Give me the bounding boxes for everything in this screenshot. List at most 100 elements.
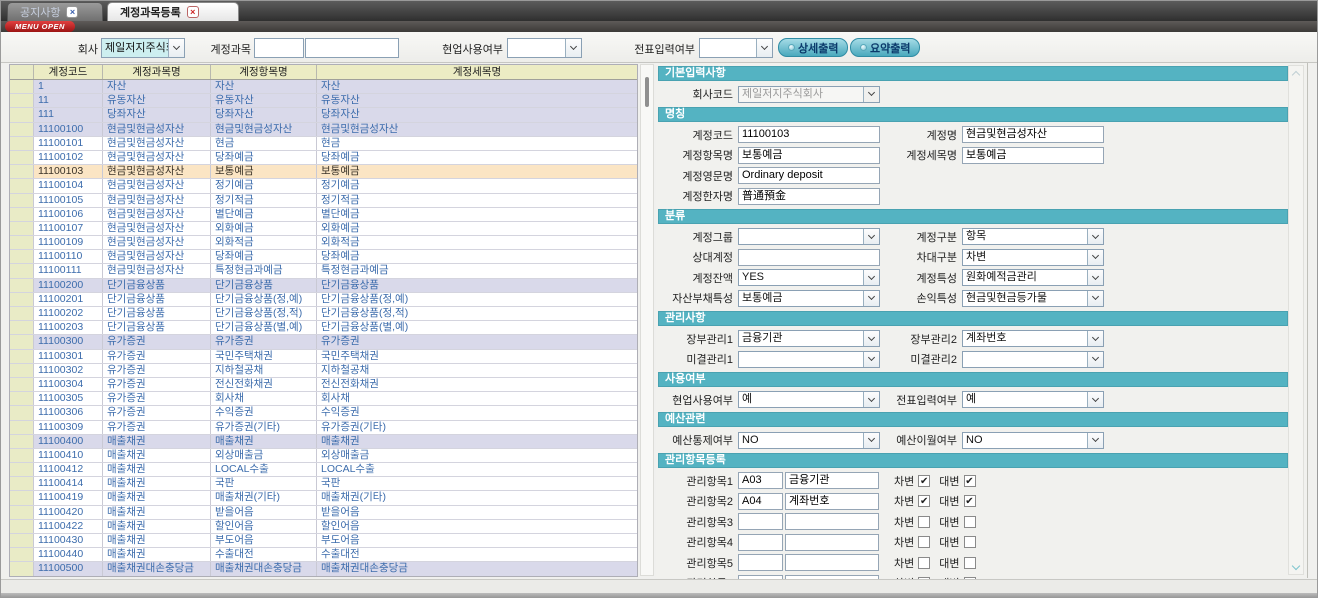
- row-selector-cell[interactable]: [10, 151, 34, 164]
- table-row[interactable]: 11100202단기금융상품단기금융상품(정,적)단기금융상품(정,적): [10, 307, 637, 321]
- row-selector-cell[interactable]: [10, 435, 34, 448]
- row-selector-cell[interactable]: [10, 335, 34, 348]
- tab-account-registration[interactable]: 계정과목등록 ×: [107, 2, 239, 21]
- table-row[interactable]: 11100410매출채권외상매출금외상매출금: [10, 449, 637, 463]
- row-selector-cell[interactable]: [10, 236, 34, 249]
- table-row[interactable]: 11100419매출채권매출채권(기타)매출채권(기타): [10, 491, 637, 505]
- credit-checkbox[interactable]: [964, 536, 976, 548]
- row-selector-cell[interactable]: [10, 392, 34, 405]
- counter-account-field[interactable]: [738, 249, 880, 266]
- table-row[interactable]: 111당좌자산당좌자산당좌자산: [10, 108, 637, 122]
- budget-carryover-yn-select[interactable]: NO: [962, 432, 1104, 449]
- table-row[interactable]: 11유동자산유동자산유동자산: [10, 94, 637, 108]
- row-selector-cell[interactable]: [10, 364, 34, 377]
- table-row[interactable]: 11100101현금및현금성자산현금현금: [10, 137, 637, 151]
- table-row[interactable]: 11100110현금및현금성자산당좌예금당좌예금: [10, 250, 637, 264]
- table-row[interactable]: 11100400매출채권매출채권매출채권: [10, 435, 637, 449]
- table-row[interactable]: 11100309유가증권유가증권(기타)유가증권(기타): [10, 421, 637, 435]
- summary-print-button[interactable]: 요약출력: [850, 38, 920, 57]
- table-row[interactable]: 11100301유가증권국민주택채권국민주택채권: [10, 350, 637, 364]
- account-hanja-name-field[interactable]: 普通預金: [738, 188, 880, 205]
- row-selector-cell[interactable]: [10, 534, 34, 547]
- account-search-code-input[interactable]: [254, 38, 304, 58]
- credit-checkbox[interactable]: [964, 516, 976, 528]
- table-row[interactable]: 11100105현금및현금성자산정기적금정기적금: [10, 194, 637, 208]
- table-row[interactable]: 11100440매출채권수출대전수출대전: [10, 548, 637, 562]
- table-row[interactable]: 1자산자산자산: [10, 80, 637, 94]
- table-row[interactable]: 11100302유가증권지하철공채지하철공채: [10, 364, 637, 378]
- credit-checkbox[interactable]: ✔: [964, 475, 976, 487]
- table-row[interactable]: 11100111현금및현금성자산특정현금과예금특정현금과예금: [10, 264, 637, 278]
- tab-close-icon[interactable]: ×: [187, 6, 199, 18]
- table-row[interactable]: 11100104현금및현금성자산정기예금정기예금: [10, 179, 637, 193]
- account-item-name-field[interactable]: 보통예금: [738, 147, 880, 164]
- account-search-name-input[interactable]: [305, 38, 399, 58]
- account-english-name-field[interactable]: Ordinary deposit: [738, 167, 880, 184]
- row-selector-cell[interactable]: [10, 378, 34, 391]
- row-selector-cell[interactable]: [10, 477, 34, 490]
- row-selector-cell[interactable]: [10, 562, 34, 575]
- row-selector-cell[interactable]: [10, 108, 34, 121]
- account-code-field[interactable]: 11100103: [738, 126, 880, 143]
- mgmt-item-code-field[interactable]: [738, 534, 783, 551]
- debit-credit-class-select[interactable]: 차변: [962, 249, 1104, 266]
- ledger-mgmt1-select[interactable]: 금융기관: [738, 330, 880, 347]
- row-selector-cell[interactable]: [10, 279, 34, 292]
- table-row[interactable]: 11100106현금및현금성자산별단예금별단예금: [10, 208, 637, 222]
- account-balance-select[interactable]: YES: [738, 269, 880, 286]
- table-row[interactable]: 11100200단기금융상품단기금융상품단기금융상품: [10, 279, 637, 293]
- mgmt-item-name-field[interactable]: [785, 513, 879, 530]
- row-selector-cell[interactable]: [10, 463, 34, 476]
- debit-checkbox[interactable]: [918, 536, 930, 548]
- table-row[interactable]: 11100412매출채권LOCAL수출LOCAL수출: [10, 463, 637, 477]
- mgmt-item-code-field[interactable]: A04: [738, 493, 783, 510]
- row-selector-cell[interactable]: [10, 137, 34, 150]
- row-selector-cell[interactable]: [10, 506, 34, 519]
- row-selector-cell[interactable]: [10, 80, 34, 93]
- debit-checkbox[interactable]: [918, 516, 930, 528]
- panel-scrollbar[interactable]: [1288, 65, 1304, 575]
- table-row[interactable]: 11100100현금및현금성자산현금및현금성자산현금및현금성자산: [10, 123, 637, 137]
- credit-checkbox[interactable]: ✔: [964, 495, 976, 507]
- row-selector-cell[interactable]: [10, 250, 34, 263]
- table-row[interactable]: 11100103현금및현금성자산보통예금보통예금: [10, 165, 637, 179]
- row-selector-cell[interactable]: [10, 264, 34, 277]
- tab-close-icon[interactable]: ×: [66, 6, 78, 18]
- row-selector-cell[interactable]: [10, 123, 34, 136]
- account-attribute-select[interactable]: 원화예적금관리: [962, 269, 1104, 286]
- company-select[interactable]: 제일저지주식회사: [101, 38, 185, 58]
- row-selector-cell[interactable]: [10, 491, 34, 504]
- table-row[interactable]: 11100422매출채권할인어음할인어음: [10, 520, 637, 534]
- mgmt-item-code-field[interactable]: [738, 554, 783, 571]
- pending-mgmt2-select[interactable]: [962, 351, 1104, 368]
- table-row[interactable]: 11100203단기금융상품단기금융상품(별,예)단기금융상품(별,예): [10, 321, 637, 335]
- table-row[interactable]: 11100305유가증권회사채회사채: [10, 392, 637, 406]
- mgmt-item-code-field[interactable]: A03: [738, 472, 783, 489]
- scrollbar-thumb[interactable]: [645, 77, 649, 107]
- mgmt-item-name-field[interactable]: [785, 554, 879, 571]
- debit-checkbox[interactable]: [918, 557, 930, 569]
- slip-input-filter-select[interactable]: [699, 38, 773, 58]
- table-row[interactable]: 11100414매출채권국판국판: [10, 477, 637, 491]
- row-selector-cell[interactable]: [10, 293, 34, 306]
- row-selector-cell[interactable]: [10, 222, 34, 235]
- row-selector-cell[interactable]: [10, 350, 34, 363]
- mgmt-item-name-field[interactable]: 금융기관: [785, 472, 879, 489]
- pending-mgmt1-select[interactable]: [738, 351, 880, 368]
- table-row[interactable]: 11100109현금및현금성자산외화적금외화적금: [10, 236, 637, 250]
- table-row[interactable]: 11100300유가증권유가증권유가증권: [10, 335, 637, 349]
- tab-notice[interactable]: 공지사항 ×: [7, 2, 103, 21]
- row-selector-cell[interactable]: [10, 421, 34, 434]
- row-selector-cell[interactable]: [10, 179, 34, 192]
- slip-input-yn-select[interactable]: 예: [962, 391, 1104, 408]
- field-use-yn-select[interactable]: 예: [738, 391, 880, 408]
- debit-checkbox[interactable]: ✔: [918, 475, 930, 487]
- debit-checkbox[interactable]: ✔: [918, 495, 930, 507]
- account-group-select[interactable]: [738, 228, 880, 245]
- table-row[interactable]: 11100201단기금융상품단기금융상품(정,예)단기금융상품(정,예): [10, 293, 637, 307]
- table-row[interactable]: 11100107현금및현금성자산외화예금외화예금: [10, 222, 637, 236]
- row-selector-cell[interactable]: [10, 406, 34, 419]
- scroll-down-icon[interactable]: [1289, 560, 1303, 574]
- row-selector-cell[interactable]: [10, 165, 34, 178]
- table-row[interactable]: 11100500매출채권대손충당금매출채권대손충당금매출채권대손충당금: [10, 562, 637, 576]
